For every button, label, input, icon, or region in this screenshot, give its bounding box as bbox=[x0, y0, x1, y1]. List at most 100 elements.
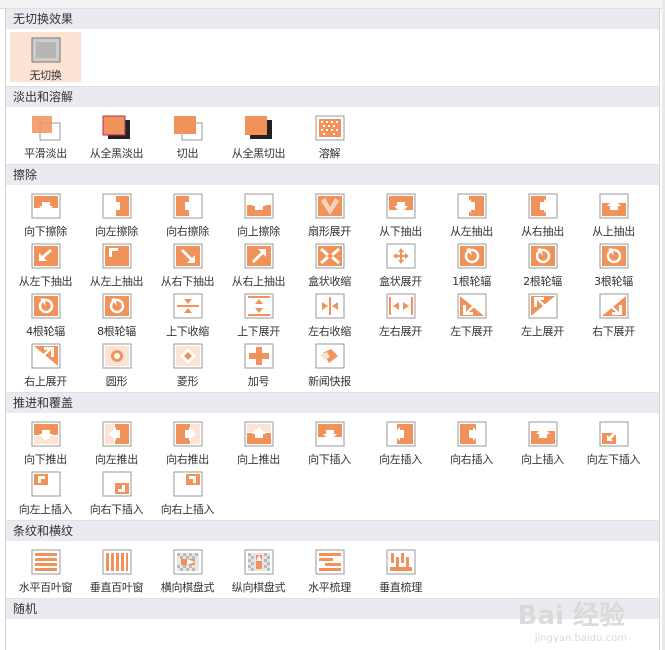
transition-item[interactable]: 向左上插入 bbox=[10, 466, 81, 516]
transition-item[interactable]: 向左擦除 bbox=[81, 188, 152, 238]
transition-label: 3根轮辐 bbox=[594, 275, 633, 288]
transition-item[interactable]: 向左推出 bbox=[81, 416, 152, 466]
fade-icon bbox=[31, 115, 61, 141]
transition-item[interactable]: 向右下插入 bbox=[81, 466, 152, 516]
transition-label: 向上插入 bbox=[521, 453, 564, 466]
push-up-icon bbox=[244, 421, 274, 447]
transition-item[interactable]: 向左插入 bbox=[365, 416, 436, 466]
transition-item[interactable]: 盒状展开 bbox=[365, 238, 436, 288]
transition-item[interactable]: 平滑淡出 bbox=[10, 110, 81, 160]
transition-label: 从全黑淡出 bbox=[89, 147, 144, 160]
wipe-down-icon bbox=[31, 193, 61, 219]
pull-bl-icon bbox=[31, 243, 61, 269]
transition-item[interactable]: 4根轮辐 bbox=[10, 288, 81, 338]
transition-label: 平滑淡出 bbox=[24, 147, 67, 160]
transition-item[interactable]: 上下收缩 bbox=[152, 288, 223, 338]
transition-item[interactable]: 向上插入 bbox=[507, 416, 578, 466]
transition-label: 盒状展开 bbox=[379, 275, 422, 288]
transition-item[interactable]: 圆形 bbox=[81, 338, 152, 388]
transition-item[interactable]: 向右推出 bbox=[152, 416, 223, 466]
cover-down-icon bbox=[315, 421, 345, 447]
transition-label: 圆形 bbox=[105, 375, 128, 388]
transition-item[interactable]: 从左抽出 bbox=[436, 188, 507, 238]
transition-item[interactable]: 从左下抽出 bbox=[10, 238, 81, 288]
transition-item[interactable]: 右下展开 bbox=[578, 288, 649, 338]
diag-bl-icon bbox=[457, 293, 487, 319]
transition-item[interactable]: 扇形展开 bbox=[294, 188, 365, 238]
transition-label: 左下展开 bbox=[450, 325, 493, 338]
transition-item[interactable]: 溶解 bbox=[294, 110, 365, 160]
pull-left-icon bbox=[457, 193, 487, 219]
fan-icon bbox=[315, 193, 345, 219]
transition-item[interactable]: 从全黑切出 bbox=[223, 110, 294, 160]
wheel-icon bbox=[31, 293, 61, 319]
transition-item[interactable]: 8根轮辐 bbox=[81, 288, 152, 338]
transition-item[interactable]: 从左上抽出 bbox=[81, 238, 152, 288]
transition-item[interactable]: 新闻快报 bbox=[294, 338, 365, 388]
transition-item[interactable]: 从右上抽出 bbox=[223, 238, 294, 288]
transition-item[interactable]: 纵向棋盘式 bbox=[223, 544, 294, 594]
transition-item[interactable]: 左下展开 bbox=[436, 288, 507, 338]
transition-item[interactable]: 左上展开 bbox=[507, 288, 578, 338]
transition-item[interactable]: 横向棋盘式 bbox=[152, 544, 223, 594]
transition-item[interactable]: 右上展开 bbox=[10, 338, 81, 388]
transition-item[interactable]: 垂直梳理 bbox=[365, 544, 436, 594]
section-header: 推进和覆盖 bbox=[6, 392, 659, 413]
transition-item[interactable]: 左右展开 bbox=[365, 288, 436, 338]
transition-label: 向上擦除 bbox=[237, 225, 280, 238]
box-in-icon bbox=[315, 243, 345, 269]
transition-label: 从下抽出 bbox=[379, 225, 422, 238]
transition-item[interactable]: 从上抽出 bbox=[578, 188, 649, 238]
transition-item[interactable]: 垂直百叶窗 bbox=[81, 544, 152, 594]
transition-item[interactable]: 向上擦除 bbox=[223, 188, 294, 238]
transition-item[interactable]: 3根轮辐 bbox=[578, 238, 649, 288]
transition-item[interactable]: 向右擦除 bbox=[152, 188, 223, 238]
transition-item[interactable]: 盒状收缩 bbox=[294, 238, 365, 288]
transition-item[interactable]: 向下插入 bbox=[294, 416, 365, 466]
transition-item[interactable]: 1根轮辐 bbox=[436, 238, 507, 288]
box-out-icon bbox=[386, 243, 416, 269]
section-header: 无切换效果 bbox=[6, 8, 659, 29]
transition-item[interactable]: 向左下插入 bbox=[578, 416, 649, 466]
cover-tr-icon bbox=[173, 471, 203, 497]
wheel-icon bbox=[599, 243, 629, 269]
transition-item[interactable]: 上下展开 bbox=[223, 288, 294, 338]
transition-item[interactable]: 切出 bbox=[152, 110, 223, 160]
transition-label: 从左抽出 bbox=[450, 225, 493, 238]
watermark-logo: Bai 经验 bbox=[517, 601, 625, 631]
transition-item[interactable]: 水平百叶窗 bbox=[10, 544, 81, 594]
wipe-left-icon bbox=[102, 193, 132, 219]
transition-item[interactable]: 向下推出 bbox=[10, 416, 81, 466]
transition-item[interactable]: 从全黑淡出 bbox=[81, 110, 152, 160]
transition-grid: 向下推出 向左推出 向右推出 向上推出 向下插入 向左插入 向右插入 向上插入 向左下插入向左上… bbox=[6, 413, 659, 520]
transition-item[interactable]: 向右上插入 bbox=[152, 466, 223, 516]
pull-tr-icon bbox=[244, 243, 274, 269]
pull-down-icon bbox=[386, 193, 416, 219]
transition-item[interactable]: 向右插入 bbox=[436, 416, 507, 466]
pull-right-icon bbox=[528, 193, 558, 219]
cover-tl-icon bbox=[31, 471, 61, 497]
transition-item[interactable]: 从下抽出 bbox=[365, 188, 436, 238]
transition-label: 纵向棋盘式 bbox=[231, 581, 286, 594]
transition-label: 向下推出 bbox=[24, 453, 67, 466]
transition-item[interactable]: 无切换 bbox=[10, 32, 81, 82]
transition-item[interactable]: 加号 bbox=[223, 338, 294, 388]
transition-item[interactable]: 2根轮辐 bbox=[507, 238, 578, 288]
none-icon bbox=[31, 37, 61, 63]
section-header: 条纹和横纹 bbox=[6, 520, 659, 541]
transition-item[interactable]: 左右收缩 bbox=[294, 288, 365, 338]
pull-up-icon bbox=[599, 193, 629, 219]
transition-grid: 无切换 bbox=[6, 29, 659, 86]
transition-item[interactable]: 水平梳理 bbox=[294, 544, 365, 594]
split-h-in-icon bbox=[315, 293, 345, 319]
plus-icon bbox=[244, 343, 274, 369]
transition-label: 溶解 bbox=[318, 147, 341, 160]
diag-tr-icon bbox=[31, 343, 61, 369]
transition-item[interactable]: 从右下抽出 bbox=[152, 238, 223, 288]
transition-item[interactable]: 向下擦除 bbox=[10, 188, 81, 238]
transition-label: 向下插入 bbox=[308, 453, 351, 466]
blinds-h-icon bbox=[31, 549, 61, 575]
transition-item[interactable]: 菱形 bbox=[152, 338, 223, 388]
transition-item[interactable]: 从右抽出 bbox=[507, 188, 578, 238]
transition-item[interactable]: 向上推出 bbox=[223, 416, 294, 466]
